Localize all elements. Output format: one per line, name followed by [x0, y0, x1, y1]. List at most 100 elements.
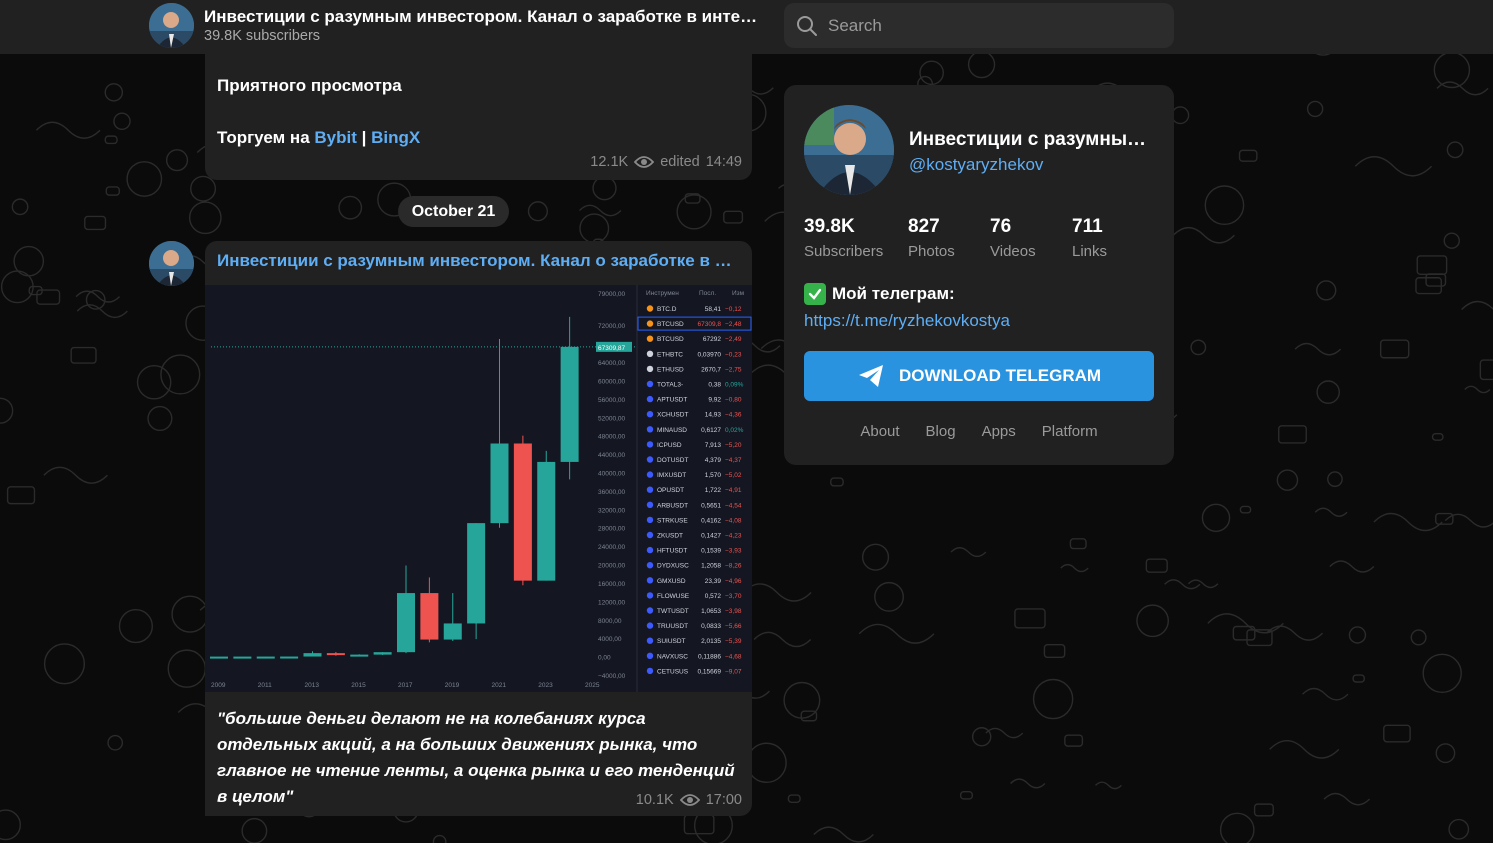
- background-doodle: [75, 290, 121, 303]
- footer-link-apps[interactable]: Apps: [982, 423, 1016, 440]
- message-time: 14:49: [705, 154, 742, 170]
- watchlist-change: −4,96: [725, 578, 742, 585]
- watchlist-symbol: ETHUSD: [657, 366, 684, 373]
- footer-link-platform[interactable]: Platform: [1042, 423, 1098, 440]
- background-doodle: [1219, 812, 1255, 843]
- y-tick-label: 8000,00: [598, 618, 622, 625]
- background-doodle: [338, 195, 363, 220]
- background-doodle: [1164, 579, 1201, 590]
- footer-link-blog[interactable]: Blog: [926, 423, 956, 440]
- x-tick-label: 2017: [398, 682, 413, 689]
- view-count: 10.1K: [635, 792, 674, 808]
- background-doodle: [1316, 380, 1340, 404]
- bingx-link[interactable]: BingX: [371, 128, 420, 147]
- watchlist-last: 0,38: [708, 382, 721, 389]
- background-doodle: [70, 346, 97, 364]
- x-tick-label: 2015: [351, 682, 366, 689]
- watchlist-last: 0,6127: [701, 427, 721, 434]
- watchlist-change: −4,37: [725, 457, 742, 464]
- background-doodle: [1190, 339, 1207, 356]
- background-doodle: [676, 194, 712, 230]
- watchlist-symbol: STRKUSE: [657, 517, 688, 524]
- candle-body: [513, 443, 532, 581]
- watchlist-symbol: DOTUSDT: [657, 457, 688, 464]
- footer-link-about[interactable]: About: [860, 423, 899, 440]
- background-doodle: [959, 790, 973, 800]
- watchlist-symbol: OPUSDT: [657, 487, 684, 494]
- background-doodle: [1446, 141, 1464, 159]
- chart-image[interactable]: 79000,00 72000,00 64000,00 60000,00 56000,00…: [205, 285, 752, 692]
- coin-icon: [646, 667, 654, 675]
- watchlist-change: 0,09%: [725, 382, 744, 389]
- background-doodle: [813, 826, 874, 843]
- view-count: 12.1K: [590, 154, 629, 170]
- channel-avatar[interactable]: [149, 3, 194, 48]
- coin-icon: [646, 441, 654, 448]
- watchlist-change: −2,48: [725, 321, 742, 328]
- watchlist-last: 0,15669: [698, 668, 722, 675]
- watchlist-change: −4,23: [725, 533, 742, 540]
- coin-icon: [646, 637, 654, 644]
- background-doodle: [1266, 625, 1324, 641]
- background-doodle: [1448, 818, 1470, 840]
- watchlist-last: 67292: [703, 336, 721, 343]
- watchlist-change: −5,20: [725, 442, 742, 449]
- background-doodle: [1383, 724, 1411, 743]
- sender-avatar[interactable]: [149, 241, 194, 286]
- stat-videos[interactable]: 76 Videos: [990, 216, 1036, 260]
- background-doodle: [1172, 226, 1235, 244]
- watchlist-change: −4,36: [725, 412, 742, 419]
- search-input[interactable]: [828, 3, 1158, 48]
- channel-title[interactable]: Инвестиции с разумным инвестором. Канал …: [204, 7, 760, 27]
- background-doodle: [1064, 734, 1084, 747]
- stat-photos[interactable]: 827 Photos: [908, 216, 955, 260]
- telegram-link[interactable]: https://t.me/ryzhekovkostya: [804, 311, 1010, 331]
- watchlist-symbol: GMXUSD: [657, 578, 686, 585]
- candle-body: [233, 656, 252, 659]
- paper-plane-icon: [858, 365, 883, 387]
- watchlist-last: 23,39: [705, 578, 722, 585]
- download-telegram-button[interactable]: DOWNLOAD TELEGRAM: [804, 351, 1154, 401]
- coin-icon: [646, 562, 654, 569]
- telegram-label: Мой телеграм:: [832, 284, 955, 303]
- watchlist-change: −3,93: [725, 548, 742, 555]
- x-tick-label: 2019: [445, 682, 460, 689]
- watchlist-symbol: APTUSDT: [657, 397, 687, 404]
- candle-body: [256, 656, 275, 659]
- message-text-line: Торгуем на Bybit | BingX: [217, 128, 420, 148]
- watchlist-last: 0,1427: [701, 533, 721, 540]
- background-doodle: [579, 213, 610, 244]
- candle-body: [210, 656, 228, 659]
- background-doodle: [1187, 579, 1219, 589]
- bybit-link[interactable]: Bybit: [314, 128, 357, 147]
- watchlist-symbol: ETHBTC: [657, 351, 683, 358]
- watchlist-change: −9,07: [725, 668, 742, 675]
- search-box[interactable]: [784, 3, 1174, 48]
- message-bubble: Инвестиции с разумным инвестором. Канал …: [205, 241, 752, 816]
- eye-icon: [679, 794, 700, 806]
- coin-icon: [646, 652, 654, 659]
- profile-handle[interactable]: @kostyaryzhekov: [909, 155, 1043, 175]
- background-doodle: [746, 742, 787, 783]
- channel-profile-panel: Инвестиции с разумны… @kostyaryzhekov 39…: [784, 85, 1174, 465]
- background-doodle: [1238, 149, 1258, 162]
- message-sender[interactable]: Инвестиции с разумным инвестором. Канал …: [217, 251, 737, 271]
- candle-body: [373, 652, 392, 655]
- y-tick-label: 28000,00: [598, 526, 625, 533]
- background-doodle: [1461, 300, 1493, 311]
- background-doodle: [43, 466, 108, 484]
- background-doodle: [830, 477, 844, 487]
- watchlist-change: −4,08: [725, 517, 742, 524]
- candle-body: [560, 346, 579, 462]
- stat-links[interactable]: 711 Links: [1072, 216, 1107, 260]
- y-tick-label: 79000,00: [598, 291, 625, 298]
- y-tick-label: 16000,00: [598, 581, 625, 588]
- y-tick-label: 0,00: [598, 655, 611, 662]
- watchlist-last: 2670,7: [701, 366, 721, 373]
- y-tick-label: 40000,00: [598, 470, 625, 477]
- coin-icon: [646, 531, 654, 539]
- background-doodle: [787, 794, 801, 803]
- background-doodle: [11, 198, 29, 216]
- watchlist-change: −5,39: [725, 638, 742, 645]
- background-doodle: [165, 149, 189, 172]
